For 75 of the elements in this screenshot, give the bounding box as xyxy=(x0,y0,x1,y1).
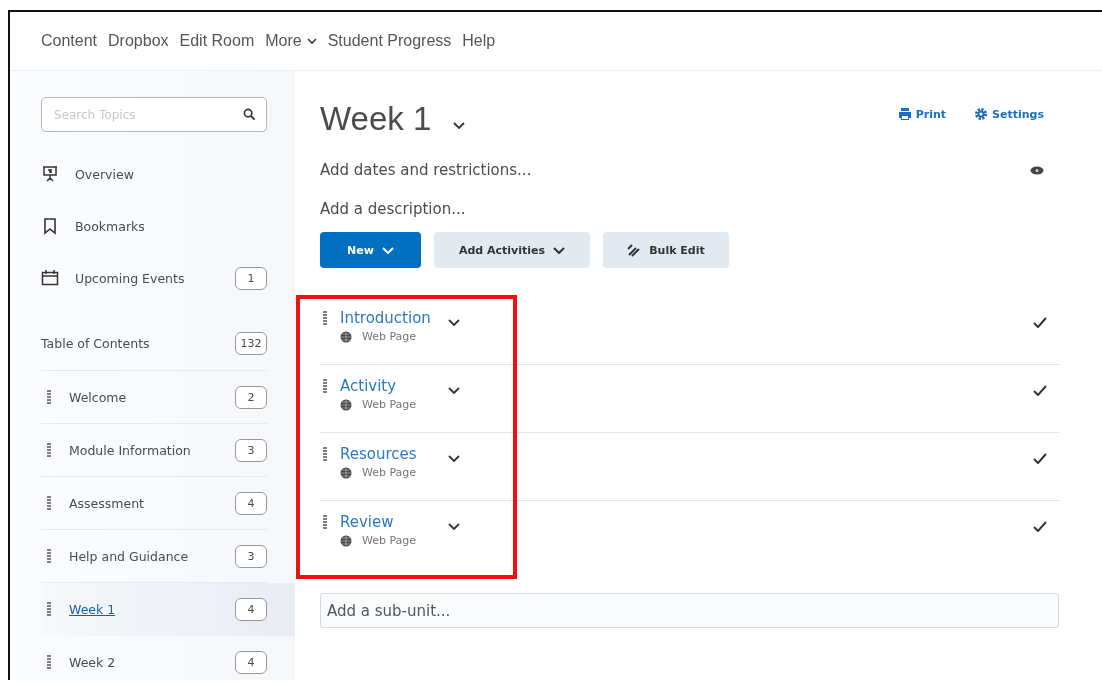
drag-handle-icon xyxy=(322,515,328,529)
topic-link[interactable]: Review xyxy=(340,513,438,531)
new-button[interactable]: New xyxy=(320,232,421,268)
globe-icon xyxy=(340,330,352,343)
checkmark-icon xyxy=(1033,453,1047,464)
drag-handle-icon xyxy=(46,549,52,563)
module-item[interactable]: Module Information 3 xyxy=(41,424,267,477)
checkmark-icon xyxy=(1033,385,1047,396)
globe-icon xyxy=(340,398,352,411)
chevron-down-icon[interactable] xyxy=(448,387,460,394)
count-badge: 4 xyxy=(235,650,267,674)
drag-handle-icon xyxy=(322,447,328,461)
chevron-down-icon[interactable] xyxy=(448,523,460,530)
count-badge: 3 xyxy=(235,438,267,462)
drag-handle-icon xyxy=(46,390,52,404)
presentation-board-icon xyxy=(41,165,59,183)
nav-link[interactable]: Content xyxy=(41,32,98,50)
sidebar-link[interactable]: Upcoming Events xyxy=(75,270,235,286)
chevron-down-icon[interactable] xyxy=(448,319,460,326)
chevron-down-icon xyxy=(553,246,566,254)
module-item[interactable]: Week 1 4 xyxy=(41,583,295,636)
topic-link[interactable]: Activity xyxy=(340,377,438,395)
checkmark-icon xyxy=(1033,521,1047,532)
dates-link[interactable]: Add dates and restrictions... xyxy=(320,161,532,179)
search-icon xyxy=(243,108,256,121)
count-badge: 3 xyxy=(235,544,267,568)
page-title: Week 1 xyxy=(320,100,432,138)
calendar-icon xyxy=(41,269,59,287)
nav-link[interactable]: Student Progress xyxy=(327,32,452,50)
topic-type: Web Page xyxy=(362,466,417,479)
nav-link[interactable]: Dropbox xyxy=(108,32,169,50)
module-item[interactable]: Week 2 4 xyxy=(41,636,267,680)
bookmark-icon xyxy=(41,217,59,235)
settings-icon xyxy=(974,107,989,121)
count-badge: 4 xyxy=(235,491,267,515)
count-badge: 4 xyxy=(235,597,267,621)
description-link[interactable]: Add a description... xyxy=(320,200,1059,218)
nav-link[interactable]: Help xyxy=(462,32,496,50)
count-badge: 1 xyxy=(235,266,267,290)
action-link[interactable]: Settings xyxy=(974,107,1044,121)
count-badge: 132 xyxy=(235,332,267,355)
dropdown-button[interactable]: Add Activities xyxy=(434,232,590,268)
drag-handle-icon xyxy=(46,496,52,510)
drag-handle-icon xyxy=(322,379,328,393)
menu-link[interactable]: More xyxy=(265,32,317,50)
count-badge: 2 xyxy=(235,385,267,409)
checkmark-icon xyxy=(1033,317,1047,328)
topic-link[interactable]: Introduction xyxy=(340,309,438,327)
bulk-edit-button[interactable]: Bulk Edit xyxy=(603,232,729,268)
topic-type: Web Page xyxy=(362,398,417,411)
globe-icon xyxy=(340,534,352,547)
sub-unit-field[interactable]: Add a sub-unit... xyxy=(320,593,1059,628)
chevron-down-icon xyxy=(306,38,317,44)
globe-icon xyxy=(340,466,352,479)
drag-handle-icon xyxy=(46,443,52,457)
chevron-down-icon[interactable] xyxy=(448,455,460,462)
sidebar-link[interactable]: Bookmarks xyxy=(75,218,267,234)
drag-handle-icon xyxy=(46,655,52,669)
action-link[interactable]: Print xyxy=(897,107,947,121)
drag-handle-icon xyxy=(322,311,328,325)
printer-icon xyxy=(897,107,912,121)
module-item[interactable]: Assessment 4 xyxy=(41,477,267,530)
pencil-icon xyxy=(627,243,642,257)
search-field[interactable]: Search Topics xyxy=(41,97,267,132)
eye-icon[interactable] xyxy=(1030,165,1044,175)
chevron-down-icon[interactable] xyxy=(453,121,466,129)
topic-link[interactable]: Resources xyxy=(340,445,438,463)
topic-type: Web Page xyxy=(362,534,417,547)
module-item[interactable]: Welcome 2 xyxy=(41,371,267,424)
drag-handle-icon xyxy=(46,602,52,616)
sidebar-link[interactable]: Overview xyxy=(75,166,267,182)
nav-link[interactable]: Edit Room xyxy=(179,32,255,50)
toc-heading[interactable]: Table of Contents xyxy=(41,336,150,351)
topic-type: Web Page xyxy=(362,330,417,343)
chevron-down-icon xyxy=(381,246,394,254)
